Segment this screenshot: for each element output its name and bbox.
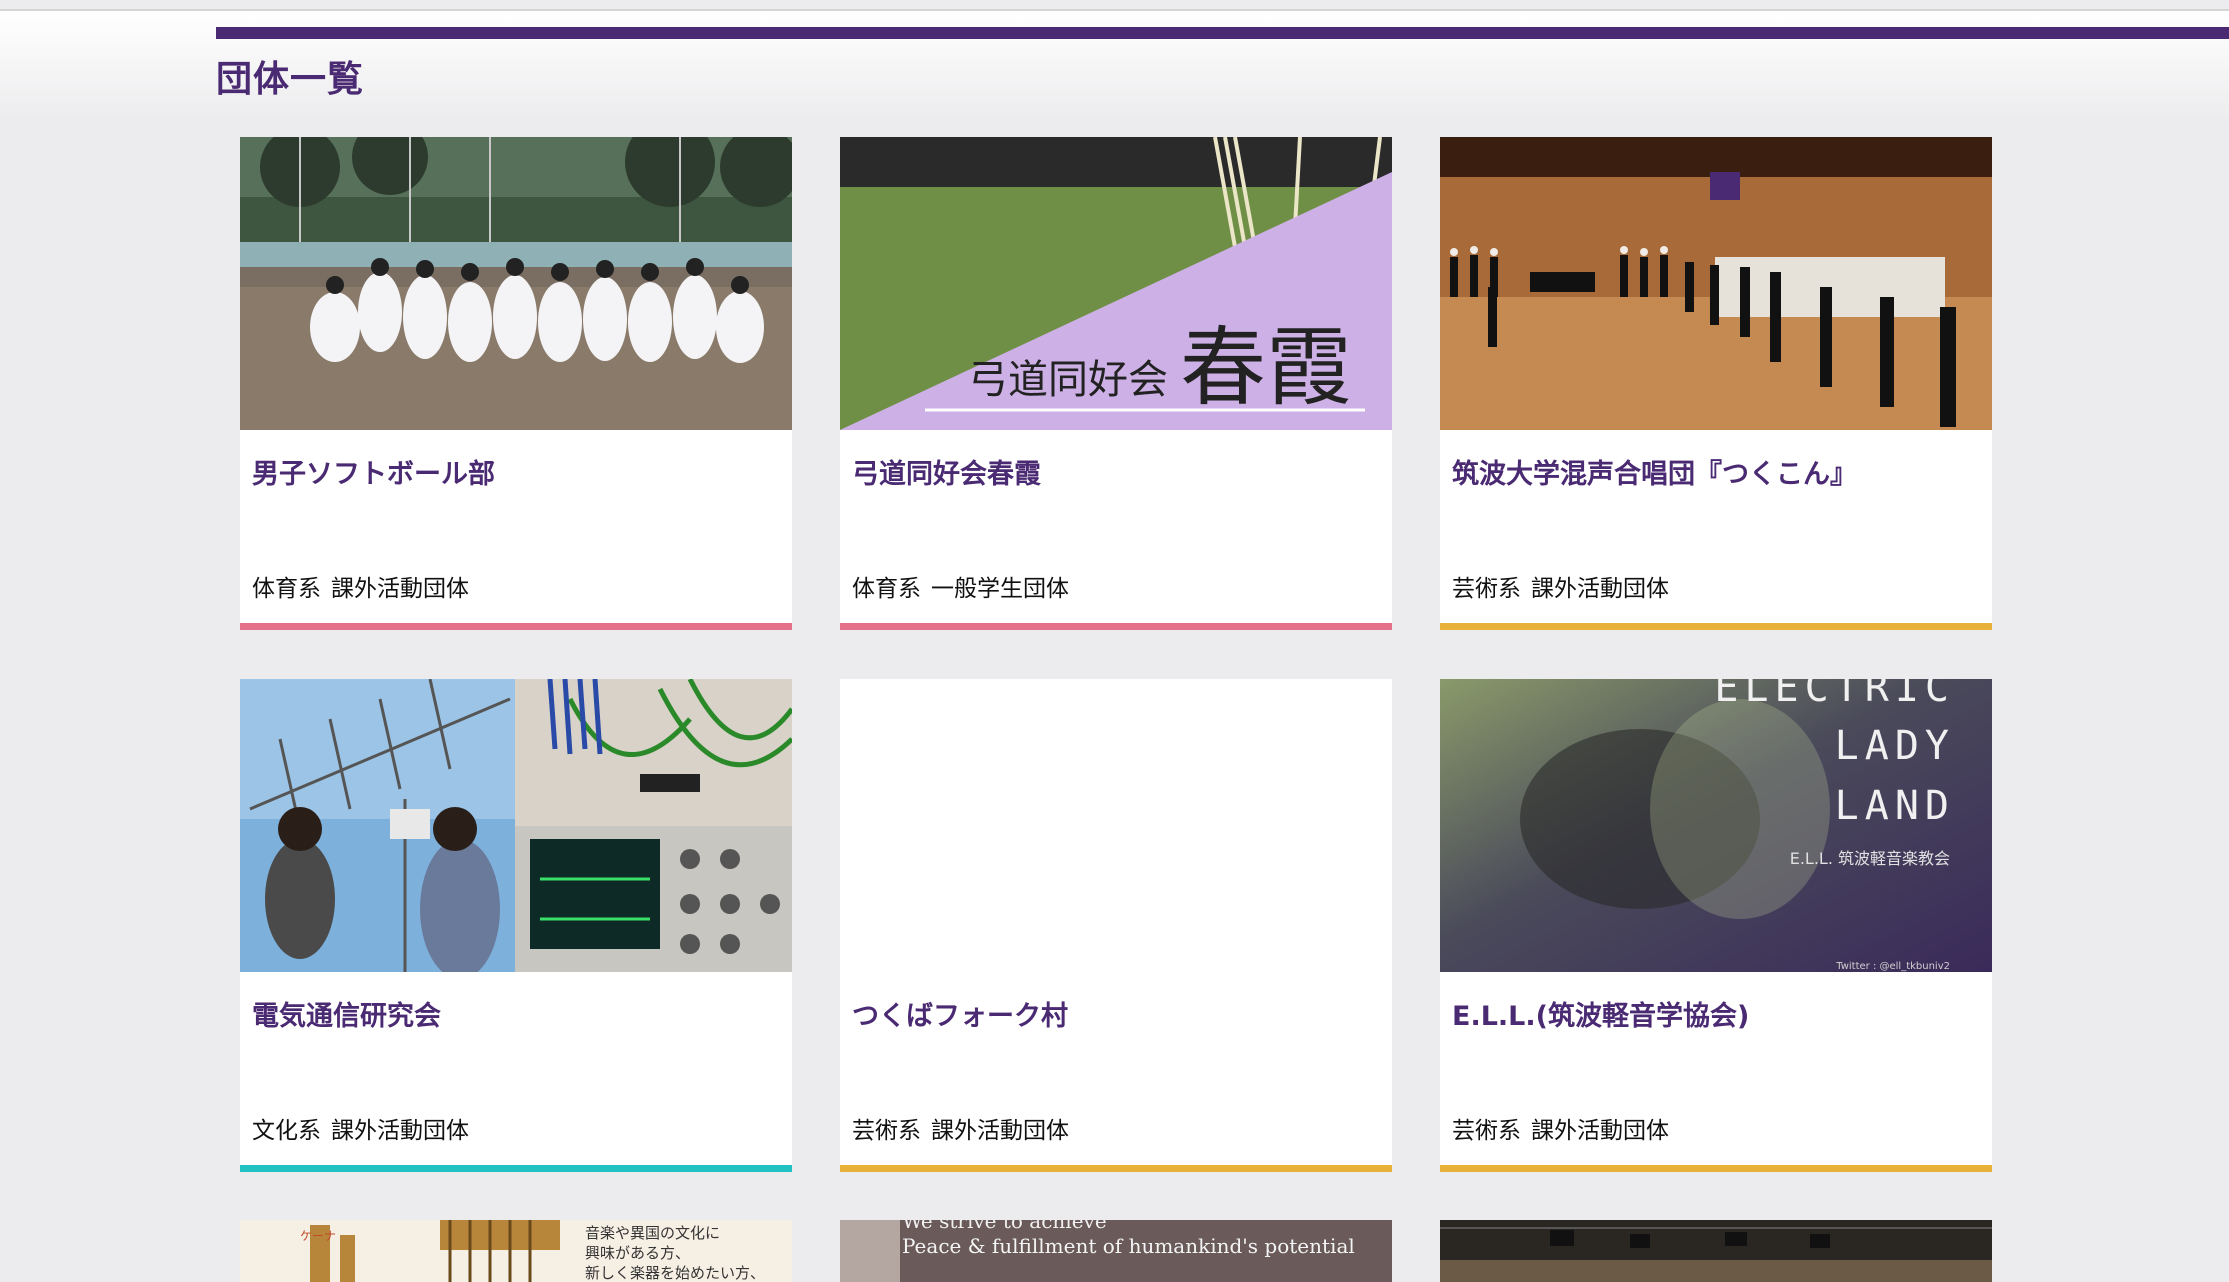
category-stripe	[240, 1165, 792, 1172]
antenna-electronics-collage	[240, 679, 792, 972]
svg-text:We strive to achieve: We strive to achieve	[902, 1220, 1107, 1233]
group-card-ell[interactable]: ELECTRIC LADY LAND E.L.L. 筑波軽音楽教会 Twitte…	[1440, 679, 1992, 1172]
group-category: 芸術系 課外活動団体	[852, 1118, 1069, 1144]
group-card-partial-stage[interactable]	[1440, 1220, 1992, 1282]
group-name: 弓道同好会春霞	[852, 459, 1041, 490]
svg-text:弓道同好会: 弓道同好会	[968, 357, 1168, 403]
group-card-choir[interactable]: 筑波大学混声合唱団『つくこん』 芸術系 課外活動団体	[1440, 137, 1992, 630]
group-category: 芸術系 課外活動団体	[1452, 576, 1669, 602]
svg-text:音楽や異国の文化に: 音楽や異国の文化に	[585, 1224, 720, 1242]
svg-text:Twitter : @ell_tkbuniv2: Twitter : @ell_tkbuniv2	[1835, 961, 1950, 972]
category-stripe	[1440, 623, 1992, 630]
kyudo-banner: 弓道同好会 春霞	[840, 137, 1392, 430]
group-category: 文化系 課外活動団体	[252, 1118, 469, 1144]
blank-image	[840, 679, 1392, 972]
group-card-electric-comm[interactable]: 電気通信研究会 文化系 課外活動団体	[240, 679, 792, 1172]
group-category: 体育系 課外活動団体	[252, 576, 469, 602]
svg-text:ELECTRIC: ELECTRIC	[1714, 679, 1955, 711]
group-category: 芸術系 課外活動団体	[1452, 1118, 1669, 1144]
svg-text:Peace & fulfillment of humanki: Peace & fulfillment of humankind's poten…	[902, 1234, 1355, 1258]
electric-lady-land-poster: ELECTRIC LADY LAND E.L.L. 筑波軽音楽教会 Twitte…	[1440, 679, 1992, 972]
group-card-partial-peace[interactable]: We strive to achieve Peace & fulfillment…	[840, 1220, 1392, 1282]
svg-text:E.L.L. 筑波軽音楽教会: E.L.L. 筑波軽音楽教会	[1790, 849, 1950, 868]
svg-text:春霞: 春霞	[1180, 318, 1352, 418]
choir-stage-photo	[1440, 137, 1992, 430]
section-accent-bar	[216, 27, 2229, 39]
softball-team-photo	[240, 137, 792, 430]
group-name: つくばフォーク村	[852, 1001, 1068, 1032]
group-name: E.L.L.(筑波軽音学協会)	[1452, 1001, 1750, 1032]
category-stripe	[240, 623, 792, 630]
group-name: 男子ソフトボール部	[252, 459, 495, 490]
category-stripe	[840, 1165, 1392, 1172]
group-card-folk-village[interactable]: つくばフォーク村 芸術系 課外活動団体	[840, 679, 1392, 1172]
group-card-softball[interactable]: 男子ソフトボール部 体育系 課外活動団体	[240, 137, 792, 630]
page-title: 団体一覧	[216, 59, 365, 100]
svg-text:興味がある方、: 興味がある方、	[585, 1244, 690, 1262]
group-category: 体育系 一般学生団体	[852, 576, 1069, 602]
svg-text:LAND: LAND	[1835, 783, 1955, 829]
group-card-partial-instruments[interactable]: ケーナ 音楽や異国の文化に 興味がある方、 新しく楽器を始めたい方、	[240, 1220, 792, 1282]
category-stripe	[840, 623, 1392, 630]
group-card-kyudo[interactable]: 弓道同好会 春霞 弓道同好会春霞 体育系 一般学生団体	[840, 137, 1392, 630]
group-name: 筑波大学混声合唱団『つくこん』	[1452, 459, 1857, 490]
svg-text:新しく楽器を始めたい方、: 新しく楽器を始めたい方、	[585, 1264, 765, 1282]
svg-text:ケーナ: ケーナ	[300, 1229, 336, 1243]
category-stripe	[1440, 1165, 1992, 1172]
svg-text:LADY: LADY	[1835, 723, 1955, 769]
group-name: 電気通信研究会	[252, 1001, 441, 1032]
